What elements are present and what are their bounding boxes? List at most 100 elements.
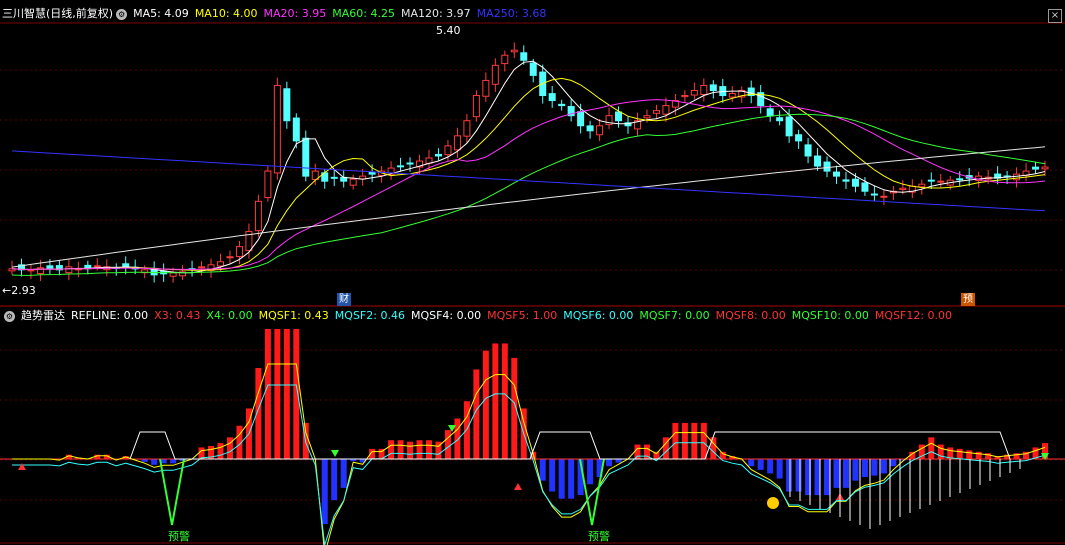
top-legend: 三川智慧(日线,前复权) ⚙ MA5: 4.09 MA10: 4.00 MA20: 3.… [2,7,552,21]
ma-value-5: MA250: 3.68 [476,7,547,20]
candle-body [1032,166,1040,170]
indicator-legend: ⚙ 趋势雷达 REFLINE: 0.00 X3: 0.43 X4: 0.00 MQSF1:… [2,309,958,323]
candle-body [870,193,878,196]
candle-body [510,49,518,53]
histogram-bar-down [340,459,347,488]
histogram-bar-up [691,422,698,459]
histogram-bar-up [264,329,271,459]
gear-icon[interactable]: ⚙ [4,310,15,322]
ma-list: MA5: 4.09 MA10: 4.00 MA20: 3.95 MA60: 4.25 M… [133,7,552,20]
candle-body [254,200,262,232]
candle-body [453,135,461,151]
histogram-bar-down [606,459,613,467]
indicator-value-4: MQSF2: 0.46 [334,309,405,322]
candle-body [700,84,708,96]
candle-body [216,261,224,267]
smiley-icon [767,497,779,509]
finance-event-tag[interactable]: 财 [337,293,351,306]
candle-body [122,263,130,268]
histogram-bar-up [388,440,395,459]
histogram-bar-up [681,422,688,459]
forecast-event-tag[interactable]: 预 [961,293,975,306]
histogram-bar-up [274,329,281,459]
indicator-value-5: MQSF4: 0.00 [410,309,482,322]
histogram-bar-up [425,440,432,459]
indicator-value-9: MQSF8: 0.00 [715,309,786,322]
close-icon[interactable]: × [1048,9,1062,23]
ma-value-2: MA20: 3.95 [263,7,327,20]
histogram-bar-down [549,459,556,492]
histogram-bar-down [795,459,802,492]
histogram-bar-up [454,418,461,459]
candle-body [330,176,338,179]
candle-body [93,265,101,268]
ma250-line [11,150,1046,212]
ma-value-4: MA120: 3.97 [400,7,471,20]
histogram-bar-up [501,343,508,459]
histogram-bar-down [890,459,897,467]
candle-body [444,145,452,156]
indicator-title: 趋势雷达 [21,309,65,322]
histogram-bar-down [871,459,878,476]
histogram-bar-down [539,459,546,481]
candle-body [463,120,471,137]
candle-body [84,264,92,269]
signal-arrow-up-1 [514,483,522,490]
histogram-bar-up [492,343,499,459]
histogram-bar-down [321,459,328,524]
stock-title: 三川智慧 [2,7,46,20]
candle-body [273,84,281,174]
candle-body [283,88,291,122]
candle-body [842,179,850,182]
histogram-bar-up [407,441,414,459]
warning-label-2: 预警 [588,530,610,543]
indicator-field-list: REFLINE: 0.00 X3: 0.43 X4: 0.00 MQSF1: 0.43… [71,309,958,322]
warning-spike-0 [159,458,185,526]
histogram-bar-down [861,459,868,478]
candle-body [899,187,907,191]
high-price-label: 5.40 [436,24,461,37]
histogram-bar-down [767,459,774,474]
candle-body [643,115,651,119]
candle-body [349,178,357,186]
histogram-bar-up [482,350,489,459]
candle-body [577,111,585,127]
candle-body [776,117,784,122]
candle-body [472,95,480,118]
candle-body [302,137,310,177]
histogram-bar-down [568,459,575,499]
histogram-bar-up [966,450,973,459]
candle-body [368,171,376,175]
candle-body [918,183,926,188]
histogram-bar-up [416,440,423,459]
candle-body [861,182,869,192]
histogram-bar-up [397,440,404,459]
histogram-bar-down [558,459,565,499]
histogram-bar-down [833,459,840,488]
candle-body [491,64,499,85]
period-label: (日线,前复权) [46,7,114,20]
histogram-bar-up [672,422,679,459]
candle-body [596,125,604,136]
candle-body [520,52,528,61]
gear-icon[interactable]: ⚙ [116,8,128,20]
candle-body [558,103,566,107]
candle-body [709,84,717,91]
histogram-bar-down [852,459,859,481]
histogram-bar-up [283,329,290,459]
warning-label-1: 预警 [168,530,190,543]
indicator-value-3: MQSF1: 0.43 [258,309,329,322]
candle-body [292,117,300,142]
indicator-value-0: REFLINE: 0.00 [71,309,149,322]
candle-body [1041,166,1049,170]
candle-body [785,116,793,137]
indicator-value-8: MQSF7: 0.00 [639,309,710,322]
candle-body [46,265,54,270]
candle-body [397,165,405,168]
candle-body [264,170,272,199]
candle-body [795,134,803,142]
candle-body [529,62,537,76]
histogram-bar-down [151,459,158,465]
histogram-bar-down [748,459,755,467]
histogram-bar-down [615,459,622,463]
